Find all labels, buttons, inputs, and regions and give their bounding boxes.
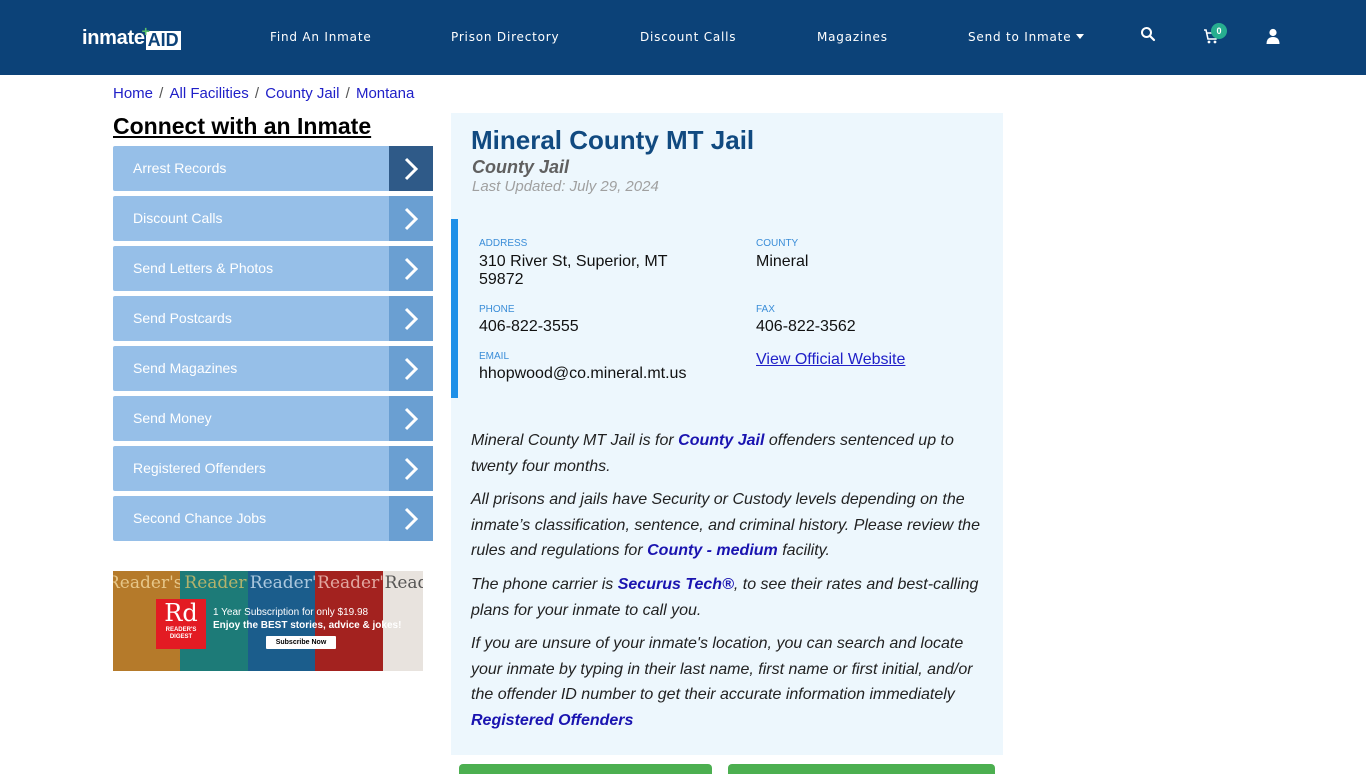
readers-digest-ad-banner[interactable]: Reader's Reader's Reader's Reader's Read… — [113, 571, 423, 671]
sidebar-item-label: Discount Calls — [133, 210, 223, 226]
sidebar-item-label: Second Chance Jobs — [133, 510, 267, 526]
chevron-right-icon — [389, 396, 433, 441]
ad-masthead: Reader's — [384, 573, 423, 593]
logo-aid-label: AID — [147, 30, 179, 50]
chevron-right-icon — [389, 146, 433, 191]
sidebar-item-arrest-records[interactable]: Arrest Records — [113, 146, 433, 191]
sidebar-item-label: Send Letters & Photos — [133, 260, 274, 276]
securus-tech-link[interactable]: Securus Tech® — [618, 576, 734, 593]
sidebar-item-second-chance-jobs[interactable]: Second Chance Jobs — [113, 496, 433, 541]
county-value: Mineral — [756, 253, 809, 270]
nav-prison-directory[interactable]: Prison Directory — [451, 30, 559, 44]
sidebar-item-send-letters-photos[interactable]: Send Letters & Photos — [113, 246, 433, 291]
caret-down-icon — [1076, 34, 1085, 39]
sidebar-item-registered-offenders[interactable]: Registered Offenders — [113, 446, 433, 491]
chevron-right-icon — [389, 496, 433, 541]
subscribe-now-button[interactable]: Subscribe Now — [266, 636, 336, 649]
desc-text: The phone carrier is — [471, 576, 618, 593]
description-paragraph-4: If you are unsure of your inmate's locat… — [471, 631, 991, 733]
ad-offer-text: 1 Year Subscription for only $19.98 — [213, 607, 369, 618]
last-updated: Last Updated: July 29, 2024 — [472, 178, 659, 195]
county-medium-link[interactable]: County - medium — [647, 542, 778, 559]
email-label: EMAIL — [479, 351, 510, 362]
sidebar-item-label: Send Postcards — [133, 310, 232, 326]
sidebar-item-send-postcards[interactable]: Send Postcards — [113, 296, 433, 341]
sidebar-item-label: Arrest Records — [133, 160, 227, 176]
nav-send-to-inmate[interactable]: Send to Inmate — [968, 30, 1085, 44]
breadcrumb-all-facilities[interactable]: All Facilities — [170, 85, 249, 102]
nav-magazines[interactable]: Magazines — [817, 30, 888, 44]
chevron-right-icon — [389, 296, 433, 341]
fax-value: 406-822-3562 — [756, 318, 856, 335]
chevron-right-icon — [389, 246, 433, 291]
desc-text: If you are unsure of your inmate's locat… — [471, 635, 973, 703]
ad-brand-line2: DIGEST — [169, 634, 193, 640]
cart-count-badge: 0 — [1211, 23, 1227, 39]
description-paragraph-3: The phone carrier is Securus Tech®, to s… — [471, 572, 991, 623]
breadcrumb: Home / All Facilities / County Jail / Mo… — [113, 85, 415, 102]
chevron-right-icon — [389, 346, 433, 391]
site-logo[interactable]: inmate + AID — [82, 23, 181, 50]
nav-discount-calls[interactable]: Discount Calls — [640, 30, 736, 44]
logo-text-aid: + AID — [142, 23, 181, 50]
facility-name: Mineral County MT Jail — [471, 125, 755, 155]
sidebar-item-label: Send Magazines — [133, 360, 238, 376]
ad-brand-short: Rd — [164, 599, 198, 627]
facility-type: County Jail — [472, 157, 570, 177]
sidebar-title: Connect with an Inmate — [113, 113, 372, 139]
phone-value: 406-822-3555 — [479, 318, 579, 335]
address-line1: 310 River St, Superior, MT — [479, 253, 668, 270]
sidebar-item-send-money[interactable]: Send Money — [113, 396, 433, 441]
county-label: COUNTY — [756, 238, 799, 249]
email-value: hhopwood@co.mineral.mt.us — [479, 365, 687, 382]
search-icon[interactable] — [1140, 26, 1160, 46]
ad-brand-line1: READER'S — [165, 627, 197, 633]
sidebar-item-discount-calls[interactable]: Discount Calls — [113, 196, 433, 241]
sidebar-item-label: Send Money — [133, 410, 212, 426]
ad-masthead: Reader's — [249, 573, 326, 593]
chevron-right-icon — [389, 196, 433, 241]
ad-masthead: Reader's — [113, 573, 183, 593]
fax-label: FAX — [756, 304, 775, 315]
view-official-website-link[interactable]: View Official Website — [756, 351, 905, 369]
ad-tagline: Enjoy the BEST stories, advice & jokes! — [213, 620, 402, 631]
county-jail-link[interactable]: County Jail — [678, 432, 764, 449]
phone-label: PHONE — [479, 304, 515, 315]
breadcrumb-home[interactable]: Home — [113, 85, 153, 102]
logo-text-inmate: inmate — [82, 27, 145, 49]
breadcrumb-county-jail[interactable]: County Jail — [265, 85, 339, 102]
user-icon[interactable] — [1266, 28, 1286, 48]
nav-send-to-inmate-label: Send to Inmate — [968, 30, 1072, 44]
desc-text: Mineral County MT Jail is for — [471, 432, 679, 449]
ad-masthead: Reader's — [317, 573, 393, 593]
sidebar-item-label: Registered Offenders — [133, 460, 266, 476]
action-button-right[interactable] — [728, 764, 995, 774]
description-paragraph-1: Mineral County MT Jail is for County Jai… — [471, 428, 991, 479]
description-paragraph-2: All prisons and jails have Security or C… — [471, 487, 991, 564]
chevron-right-icon — [389, 446, 433, 491]
readers-digest-logo: Rd READER'S DIGEST — [156, 599, 206, 649]
breadcrumb-montana[interactable]: Montana — [356, 85, 414, 102]
sidebar-item-send-magazines[interactable]: Send Magazines — [113, 346, 433, 391]
address-line2: 59872 — [479, 271, 524, 288]
action-button-left[interactable] — [459, 764, 712, 774]
desc-text: facility. — [777, 542, 830, 559]
sidebar-menu: Arrest Records Discount Calls Send Lette… — [113, 146, 433, 546]
registered-offenders-link[interactable]: Registered Offenders — [471, 712, 633, 729]
info-accent-bar — [451, 219, 458, 398]
nav-find-an-inmate[interactable]: Find An Inmate — [270, 30, 372, 44]
address-label: ADDRESS — [479, 238, 528, 249]
plus-icon: + — [141, 23, 150, 39]
